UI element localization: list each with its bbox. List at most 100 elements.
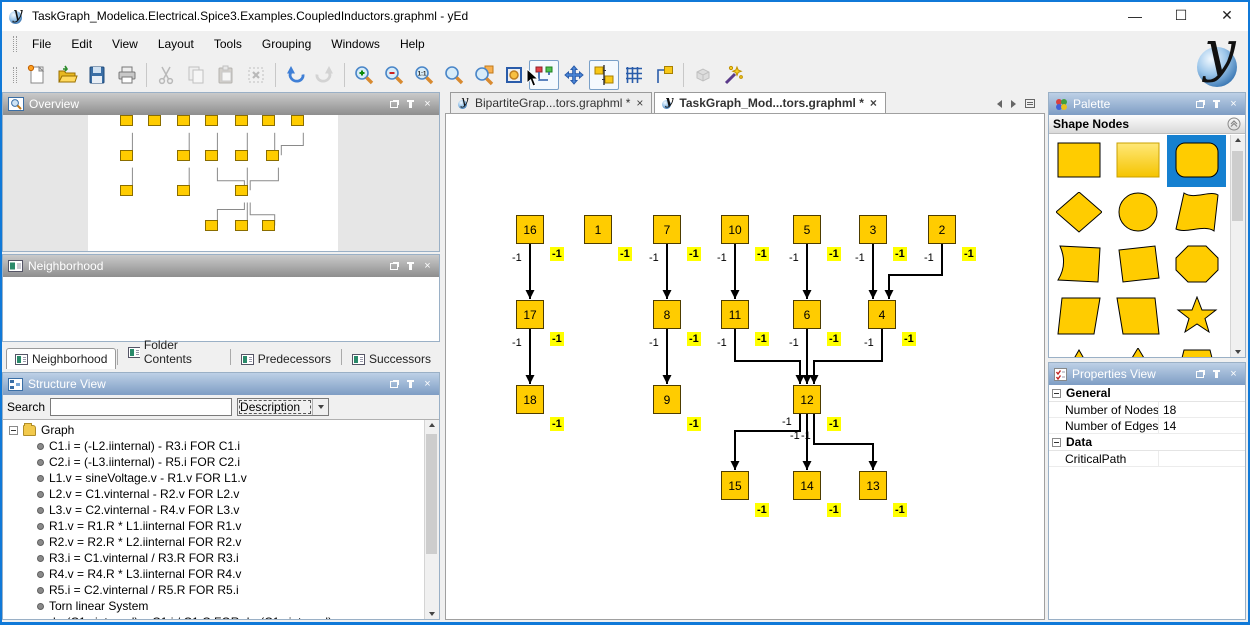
float-icon[interactable] [1193,98,1206,111]
property-group-general[interactable]: General [1049,385,1245,402]
palette-shape-rectangle-gradient[interactable] [1108,135,1167,187]
edge-label[interactable]: -1 [649,252,659,264]
fit-content-button[interactable] [499,60,529,90]
graph-node-17[interactable]: 17 [516,300,544,329]
overview-titlebar[interactable]: Overview × [3,93,439,115]
tree-root-graph[interactable]: Graph [3,422,423,438]
menu-tools[interactable]: Tools [204,33,252,55]
menu-layout[interactable]: Layout [148,33,204,55]
grid-button[interactable] [619,60,649,90]
edge-label[interactable]: -1 [512,337,522,349]
chevron-down-icon[interactable] [312,399,328,415]
edge-label[interactable]: -1 [717,337,727,349]
tree-item[interactable]: L2.v = C1.vinternal - R2.v FOR L2.v [3,486,423,502]
neighborhood-titlebar[interactable]: Neighborhood × [3,255,439,277]
properties-titlebar[interactable]: Properties View × [1049,363,1245,385]
menu-grouping[interactable]: Grouping [252,33,321,55]
edge-label[interactable]: -1 [924,252,934,264]
menu-grip[interactable] [13,36,17,52]
tree-item[interactable]: R2.v = R2.R * L2.iinternal FOR R2.v [3,534,423,550]
tree-scrollbar-thumb[interactable] [426,434,437,554]
edge-label[interactable]: -1 [717,252,727,264]
float-icon[interactable] [387,378,400,391]
palette-shape-rectangle[interactable] [1049,135,1108,187]
edge-label[interactable]: -1 [864,337,874,349]
tab-scroll-left-icon[interactable] [997,100,1002,108]
tree-item[interactable]: C2.i = (-L3.iinternal) - R5.i FOR C2.i [3,454,423,470]
open-button[interactable] [52,60,82,90]
menu-help[interactable]: Help [390,33,435,55]
graph-node-10[interactable]: 10 [721,215,749,244]
node-cost-label[interactable]: -1 [893,503,907,517]
snap-lines-button[interactable] [589,60,619,90]
minimize-button[interactable]: — [1112,1,1158,30]
float-icon[interactable] [1193,368,1206,381]
graph-edges[interactable] [446,114,1045,620]
zoom-in-button[interactable] [349,60,379,90]
graph-node-14[interactable]: 14 [793,471,821,500]
pin-icon[interactable] [1210,98,1223,111]
structure-view-titlebar[interactable]: Structure View × [3,373,439,395]
float-icon[interactable] [387,98,400,111]
magic-layout-button[interactable] [718,60,748,90]
tree-item[interactable]: L1.v = sineVoltage.v - R1.v FOR L1.v [3,470,423,486]
node-cost-label[interactable]: -1 [827,247,841,261]
search-input[interactable] [50,398,232,416]
edge-label[interactable]: -1 [790,430,800,442]
zoom-out-button[interactable] [379,60,409,90]
palette-scrollbar-thumb[interactable] [1232,151,1243,221]
zoom-actual-size-button[interactable]: 1:1 [409,60,439,90]
pin-icon[interactable] [1210,368,1223,381]
pin-icon[interactable] [404,378,417,391]
filter-dropdown[interactable]: Description [237,398,329,416]
pin-icon[interactable] [404,260,417,273]
palette-shape-concave-rectangle[interactable] [1049,239,1108,291]
node-cost-label[interactable]: -1 [618,247,632,261]
graph-node-5[interactable]: 5 [793,215,821,244]
menu-edit[interactable]: Edit [61,33,102,55]
pin-icon[interactable] [404,98,417,111]
edge-label[interactable]: -1 [649,337,659,349]
scroll-up-icon[interactable] [429,423,435,427]
palette-shape-triangle[interactable] [1049,343,1108,357]
property-group-data[interactable]: Data [1049,434,1245,451]
toolbar-grip[interactable] [13,67,17,83]
edge-label[interactable]: -1 [801,430,811,442]
document-tab-1[interactable]: yTaskGraph_Mod...tors.graphml *× [654,92,886,113]
close-icon[interactable]: × [1227,368,1240,381]
graph-node-6[interactable]: 6 [793,300,821,329]
graph-node-8[interactable]: 8 [653,300,681,329]
collapse-section-icon[interactable] [1227,117,1241,131]
palette-shape-star-6[interactable] [1108,343,1167,357]
graph-node-16[interactable]: 16 [516,215,544,244]
property-value[interactable] [1159,451,1245,466]
float-icon[interactable] [387,260,400,273]
graph-node-7[interactable]: 7 [653,215,681,244]
collapse-minus-icon[interactable] [1052,389,1061,398]
edge-label[interactable]: -1 [789,337,799,349]
tab-list-icon[interactable] [1025,99,1035,108]
palette-titlebar[interactable]: Palette × [1049,93,1245,115]
graph-node-2[interactable]: 2 [928,215,956,244]
navigation-mode-button[interactable] [559,60,589,90]
edge-label[interactable]: -1 [782,416,792,428]
panel-tab-successors[interactable]: Successors [343,348,440,369]
graph-node-11[interactable]: 11 [721,300,749,329]
node-cost-label[interactable]: -1 [687,332,701,346]
node-cost-label[interactable]: -1 [755,247,769,261]
property-value[interactable]: 14 [1159,418,1245,433]
tree-item[interactable]: R4.v = R4.R * L3.iinternal FOR R4.v [3,566,423,582]
menu-windows[interactable]: Windows [321,33,390,55]
expander-minus-icon[interactable] [9,426,18,435]
tree-item[interactable]: R1.v = R1.R * L1.iinternal FOR R1.v [3,518,423,534]
panel-tab-predecessors[interactable]: Predecessors [232,348,340,369]
new-document-button[interactable] [22,60,52,90]
panel-tab-neighborhood[interactable]: Neighborhood [6,348,116,369]
edge-label[interactable]: -1 [789,252,799,264]
graph-node-15[interactable]: 15 [721,471,749,500]
tree-item[interactable]: L3.v = C2.vinternal - R4.v FOR L3.v [3,502,423,518]
collapse-minus-icon[interactable] [1052,438,1061,447]
node-cost-label[interactable]: -1 [962,247,976,261]
close-icon[interactable]: × [421,98,434,111]
graph-node-12[interactable]: 12 [793,385,821,414]
